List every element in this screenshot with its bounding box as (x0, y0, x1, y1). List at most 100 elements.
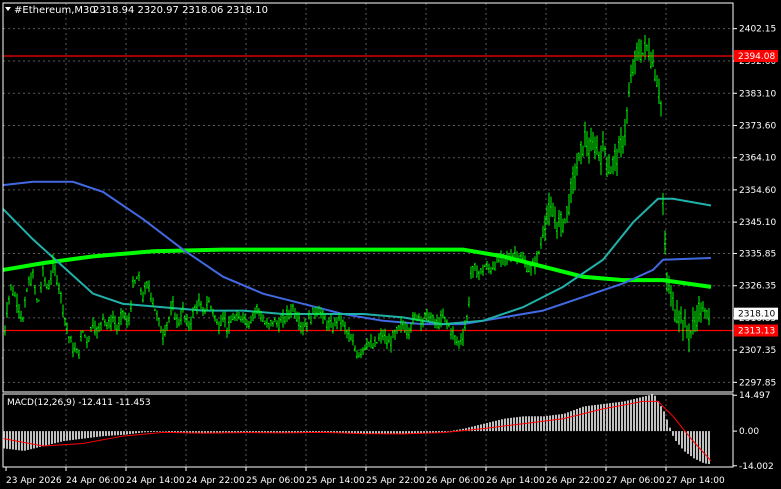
symbol-timeframe: #Ethereum,M30 (14, 5, 96, 16)
macd-histogram-bar (78, 431, 80, 440)
macd-histogram-bar (99, 431, 101, 437)
macd-histogram-bar (54, 431, 56, 444)
price-tick-label: 2297.85 (739, 378, 776, 388)
macd-histogram-bar (120, 431, 122, 436)
macd-histogram-bar (495, 420, 497, 432)
macd-histogram-bar (48, 431, 50, 445)
macd-histogram-bar (471, 426, 473, 432)
macd-histogram-bar (483, 423, 485, 432)
macd-histogram-bar (534, 416, 536, 432)
macd-histogram-bar (474, 425, 476, 432)
macd-histogram-bar (93, 431, 95, 438)
macd-histogram-bar (438, 431, 440, 433)
moving-average-line (2, 197, 712, 326)
macd-histogram-bar (84, 431, 86, 439)
macd-histogram-bar (225, 431, 227, 433)
macd-histogram-bar (159, 431, 161, 432)
macd-histogram-bar (567, 412, 569, 432)
macd-histogram-bar (147, 431, 149, 433)
macd-histogram-bar (162, 431, 164, 432)
price-chart-canvas[interactable]: 2402.152392.602383.102373.602364.102354.… (0, 0, 781, 489)
macd-tick-label: 14.497 (739, 391, 771, 401)
price-tick-label: 2373.60 (739, 121, 776, 131)
macd-histogram-bar (537, 416, 539, 432)
macd-histogram-bar (594, 405, 596, 432)
time-tick-label: 26 Apr 06:00 (426, 476, 485, 486)
macd-histogram-bar (678, 431, 680, 445)
time-tick-label: 25 Apr 22:00 (366, 476, 425, 486)
macd-histogram-bar (150, 431, 152, 433)
macd-histogram-bar (564, 413, 566, 432)
macd-histogram-bar (573, 410, 575, 432)
hline-price-label: 2313.13 (738, 327, 775, 337)
macd-histogram-bar (168, 431, 170, 432)
price-tick-label: 2335.85 (739, 249, 776, 259)
macd-histogram-bar (105, 431, 107, 436)
time-tick-label: 24 Apr 14:00 (126, 476, 185, 486)
time-tick-label: 24 Apr 22:00 (186, 476, 245, 486)
macd-histogram-bar (531, 416, 533, 432)
macd-histogram-bar (87, 431, 89, 439)
macd-histogram-bar (108, 431, 110, 436)
dropdown-triangle-icon[interactable] (5, 7, 11, 11)
macd-histogram-bar (114, 431, 116, 436)
current-price-label: 2318.10 (738, 310, 775, 320)
macd-histogram-bar (27, 431, 29, 450)
macd-histogram-bar (681, 431, 683, 449)
macd-histogram-bar (585, 406, 587, 432)
time-tick-label: 26 Apr 14:00 (486, 476, 545, 486)
macd-histogram-bar (570, 411, 572, 432)
macd-histogram-bar (96, 431, 98, 437)
price-tick-label: 2402.15 (739, 25, 776, 35)
macd-tick-label: -14.002 (739, 462, 774, 472)
macd-histogram-bar (489, 422, 491, 432)
macd-histogram-bar (660, 406, 662, 432)
macd-histogram-bar (693, 431, 695, 459)
macd-histogram-bar (630, 399, 632, 432)
macd-histogram-bar (18, 431, 20, 451)
macd-histogram-bar (603, 403, 605, 432)
moving-average-line (2, 247, 712, 289)
macd-histogram-bar (576, 408, 578, 432)
macd-histogram-bar (549, 415, 551, 432)
macd-histogram-bar (633, 398, 635, 432)
macd-histogram-bar (540, 416, 542, 432)
macd-histogram-bar (24, 431, 26, 451)
macd-histogram-bar (672, 431, 674, 436)
macd-histogram-bar (42, 431, 44, 447)
macd-histogram-bar (75, 431, 77, 440)
time-tick-label: 27 Apr 14:00 (666, 476, 725, 486)
macd-histogram-bar (582, 406, 584, 432)
time-tick-label: 26 Apr 22:00 (546, 476, 605, 486)
macd-histogram-bar (492, 421, 494, 432)
macd-histogram-bar (504, 418, 506, 432)
macd-histogram-bar (561, 414, 563, 432)
macd-histogram-bar (663, 411, 665, 432)
chart-window[interactable]: 2402.15 2392.60 2383.10 2373.60 2364.10 2354.… (0, 0, 781, 489)
macd-histogram-bar (138, 431, 140, 433)
macd-histogram-bar (690, 431, 692, 457)
price-tick-label: 2354.60 (739, 186, 776, 196)
macd-histogram-bar (477, 425, 479, 432)
macd-histogram-bar (39, 431, 41, 447)
hline-price-label: 2394.08 (738, 52, 775, 62)
macd-histogram-bar (135, 431, 137, 434)
macd-histogram-bar (552, 415, 554, 432)
macd-histogram-bar (498, 419, 500, 432)
macd-histogram-bar (600, 404, 602, 432)
horizontal-lines (3, 55, 733, 332)
time-tick-label: 25 Apr 14:00 (306, 476, 365, 486)
ohlc-values: 2318.94 2320.97 2318.06 2318.10 (93, 5, 268, 16)
macd-histogram-bar (558, 414, 560, 432)
macd-histogram-bar (45, 431, 47, 446)
price-tick-label: 2364.10 (739, 154, 776, 164)
macd-histogram-bar (657, 400, 659, 432)
time-tick-label: 23 Apr 2026 (6, 476, 62, 486)
macd-histogram-bar (102, 431, 104, 437)
macd-histogram-bar (81, 431, 83, 439)
macd-histogram-bar (501, 419, 503, 432)
macd-histogram-bar (132, 431, 134, 434)
macd-histogram-bar (435, 431, 437, 433)
macd-histogram-bar (648, 395, 650, 432)
macd-histogram-bar (579, 407, 581, 432)
